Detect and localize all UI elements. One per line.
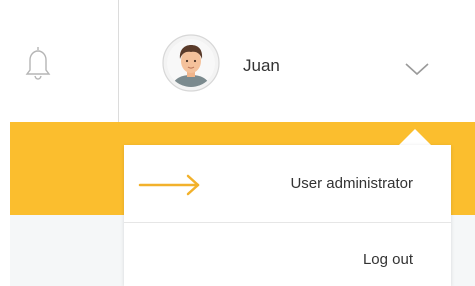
menu-item-log-out[interactable]: Log out: [124, 249, 451, 279]
chevron-down-icon[interactable]: [403, 60, 431, 78]
arrow-right-icon: [138, 173, 202, 197]
dropdown-caret: [398, 129, 432, 146]
left-edge: [0, 0, 10, 286]
user-dropdown-menu: User administrator Log out: [124, 145, 451, 286]
header-divider: [118, 0, 119, 122]
user-name[interactable]: Juan: [243, 56, 280, 76]
menu-divider: [124, 222, 451, 223]
avatar[interactable]: [162, 34, 220, 92]
bell-icon[interactable]: [22, 44, 54, 82]
